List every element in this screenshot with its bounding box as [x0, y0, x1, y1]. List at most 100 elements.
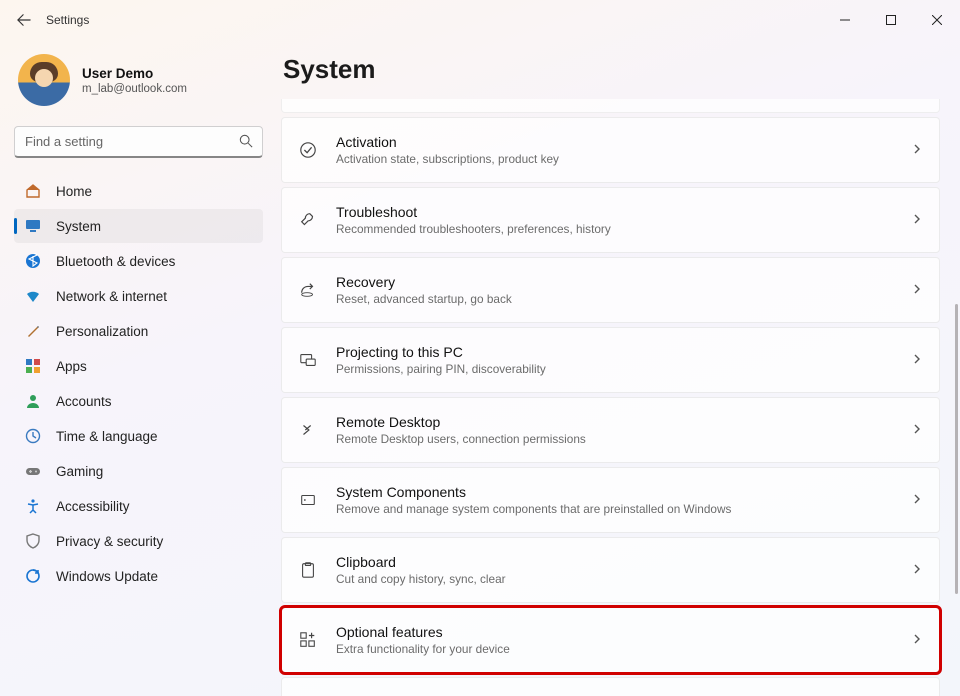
window-title: Settings	[46, 13, 89, 27]
sidebar-item-accounts[interactable]: Accounts	[14, 384, 263, 418]
system-icon	[24, 217, 42, 235]
list-item-clipboard[interactable]: Clipboard Cut and copy history, sync, cle…	[281, 537, 940, 603]
activation-icon	[298, 141, 318, 159]
sidebar-item-gaming[interactable]: Gaming	[14, 454, 263, 488]
sidebar-item-label: Accessibility	[56, 499, 130, 514]
maximize-button[interactable]	[868, 4, 914, 36]
close-icon	[932, 15, 942, 25]
components-icon	[298, 491, 318, 509]
user-email: m_lab@outlook.com	[82, 83, 187, 95]
sidebar-item-bluetooth[interactable]: Bluetooth & devices	[14, 244, 263, 278]
list-item-title: Troubleshoot	[336, 204, 911, 220]
sidebar-item-access[interactable]: Accessibility	[14, 489, 263, 523]
list-item-title: Optional features	[336, 624, 911, 640]
sidebar-item-label: Personalization	[56, 324, 148, 339]
list-item-desc: Activation state, subscriptions, product…	[336, 152, 911, 166]
minimize-button[interactable]	[822, 4, 868, 36]
optional-icon	[298, 631, 318, 649]
home-icon	[24, 182, 42, 200]
nav: Home System Bluetooth & devices Network & i…	[14, 174, 263, 594]
chevron-right-icon	[911, 493, 923, 508]
sidebar-item-label: Privacy & security	[56, 534, 163, 549]
chevron-right-icon	[911, 213, 923, 228]
maximize-icon	[886, 15, 896, 25]
sidebar-item-label: Gaming	[56, 464, 103, 479]
update-icon	[24, 567, 42, 585]
list-item-activation[interactable]: Activation Activation state, subscription…	[281, 117, 940, 183]
chevron-right-icon	[911, 353, 923, 368]
window-controls	[822, 4, 960, 36]
content: User Demo m_lab@outlook.com Home System Bl…	[0, 40, 960, 696]
sidebar-item-apps[interactable]: Apps	[14, 349, 263, 383]
search-input[interactable]	[14, 126, 263, 158]
list-item-remote[interactable]: Remote Desktop Remote Desktop users, conn…	[281, 397, 940, 463]
sidebar-item-label: Home	[56, 184, 92, 199]
remote-icon	[298, 421, 318, 439]
scroll-thumb[interactable]	[955, 304, 958, 594]
list-item-title: Projecting to this PC	[336, 344, 911, 360]
list-item-desc: Remote Desktop users, connection permiss…	[336, 432, 911, 446]
privacy-icon	[24, 532, 42, 550]
list-item-title: Recovery	[336, 274, 911, 290]
sidebar-item-update[interactable]: Windows Update	[14, 559, 263, 593]
bluetooth-icon	[24, 252, 42, 270]
list-item-title: Activation	[336, 134, 911, 150]
accounts-icon	[24, 392, 42, 410]
list-item-desc: Cut and copy history, sync, clear	[336, 572, 911, 586]
list-item-desc: Recommended troubleshooters, preferences…	[336, 222, 911, 236]
sidebar-item-time[interactable]: Time & language	[14, 419, 263, 453]
network-icon	[24, 287, 42, 305]
list-item-desc: Remove and manage system components that…	[336, 502, 911, 516]
list-item-title: System Components	[336, 484, 911, 500]
sidebar-item-label: Windows Update	[56, 569, 158, 584]
chevron-right-icon	[911, 283, 923, 298]
back-button[interactable]	[10, 6, 38, 34]
projecting-icon	[298, 351, 318, 369]
list-item-components[interactable]: System Components Remove and manage syste…	[281, 467, 940, 533]
personal-icon	[24, 322, 42, 340]
access-icon	[24, 497, 42, 515]
minimize-icon	[840, 15, 850, 25]
chevron-right-icon	[911, 633, 923, 648]
avatar	[18, 54, 70, 106]
main: System Activation Activation state, subsc…	[275, 40, 960, 696]
time-icon	[24, 427, 42, 445]
search-wrap	[14, 126, 263, 158]
list-item-recovery[interactable]: Recovery Reset, advanced startup, go back	[281, 257, 940, 323]
sidebar-item-label: Time & language	[56, 429, 158, 444]
sidebar-item-label: Bluetooth & devices	[56, 254, 175, 269]
list-item-desc: Extra functionality for your device	[336, 642, 911, 656]
chevron-right-icon	[911, 143, 923, 158]
page-title: System	[283, 54, 940, 85]
titlebar: Settings	[0, 0, 960, 40]
user-card[interactable]: User Demo m_lab@outlook.com	[14, 48, 263, 126]
gaming-icon	[24, 462, 42, 480]
list-item-optional[interactable]: Optional features Extra functionality for…	[281, 607, 940, 673]
list-item-troubleshoot[interactable]: Troubleshoot Recommended troubleshooters,…	[281, 187, 940, 253]
sidebar-item-label: Accounts	[56, 394, 112, 409]
list-item-prev-stub	[281, 99, 940, 113]
clipboard-icon	[298, 561, 318, 579]
list-item-desc: Reset, advanced startup, go back	[336, 292, 911, 306]
sidebar-item-personal[interactable]: Personalization	[14, 314, 263, 348]
close-button[interactable]	[914, 4, 960, 36]
list-item-title: Remote Desktop	[336, 414, 911, 430]
list-item-title: Clipboard	[336, 554, 911, 570]
sidebar-item-label: Network & internet	[56, 289, 167, 304]
sidebar-item-system[interactable]: System	[14, 209, 263, 243]
sidebar-item-home[interactable]: Home	[14, 174, 263, 208]
sidebar-item-privacy[interactable]: Privacy & security	[14, 524, 263, 558]
scrollbar[interactable]	[954, 44, 958, 692]
recovery-icon	[298, 281, 318, 299]
list-item-desc: Permissions, pairing PIN, discoverabilit…	[336, 362, 911, 376]
sidebar-item-label: Apps	[56, 359, 87, 374]
sidebar-item-network[interactable]: Network & internet	[14, 279, 263, 313]
arrow-left-icon	[17, 13, 31, 27]
troubleshoot-icon	[298, 211, 318, 229]
list-item-about[interactable]: AboutDevice specifications, rename PC, W…	[281, 677, 940, 696]
chevron-right-icon	[911, 423, 923, 438]
apps-icon	[24, 357, 42, 375]
sidebar-item-label: System	[56, 219, 101, 234]
list-item-projecting[interactable]: Projecting to this PC Permissions, pairin…	[281, 327, 940, 393]
chevron-right-icon	[911, 563, 923, 578]
